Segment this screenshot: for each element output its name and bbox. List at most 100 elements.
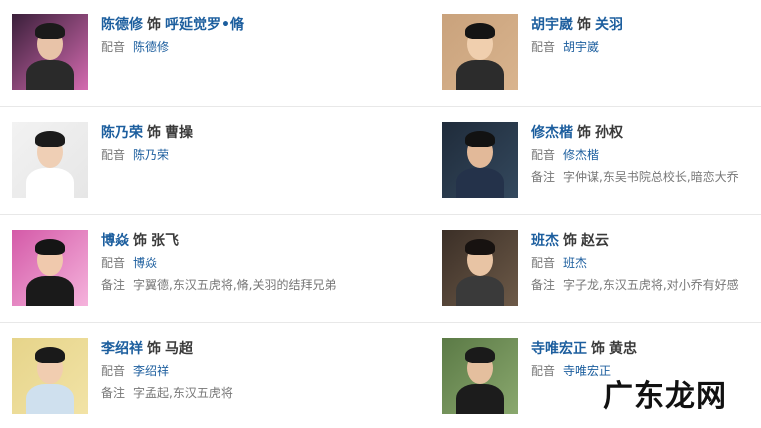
dub-line: 配音 博焱 <box>101 252 341 274</box>
row-divider <box>0 322 761 323</box>
row-divider <box>0 214 761 215</box>
role-name: 曹操 <box>165 125 193 141</box>
as-label: 饰 <box>147 125 161 141</box>
note-line: 备注 字翼德,东汉五虎将,脩,关羽的结拜兄弟 <box>101 274 341 296</box>
note-text: 字仲谋,东吴书院总校长,暗恋大乔 <box>563 170 739 184</box>
role-name[interactable]: 关羽 <box>595 17 623 33</box>
note-text: 字翼德,东汉五虎将,脩,关羽的结拜兄弟 <box>133 278 337 292</box>
actor-name-link[interactable]: 胡宇崴 <box>531 17 573 33</box>
photo-body <box>26 168 74 198</box>
cast-info: 班杰饰赵云 配音 班杰 备注 字子龙,东汉五虎将,对小乔有好感 <box>531 230 761 296</box>
cast-card: 陈德修饰呼延觉罗•脩 配音 陈德修 <box>12 14 342 104</box>
dub-actor-link[interactable]: 李绍祥 <box>133 364 169 378</box>
note-line: 备注 字仲谋,东吴书院总校长,暗恋大乔 <box>531 166 761 188</box>
photo-hair <box>35 239 65 255</box>
role-name[interactable]: 呼延觉罗•脩 <box>165 17 244 33</box>
photo-hair <box>465 131 495 147</box>
as-label: 饰 <box>577 125 591 141</box>
cast-title-line: 陈乃荣饰曹操 <box>101 122 341 144</box>
photo-hair <box>465 23 495 39</box>
photo-body <box>26 276 74 306</box>
note-label: 备注 <box>101 278 126 292</box>
photo-hair <box>465 347 495 363</box>
cast-title-line: 班杰饰赵云 <box>531 230 761 252</box>
photo-body <box>456 384 504 414</box>
cast-card: 李绍祥饰马超 配音 李绍祥 备注 字孟起,东汉五虎将 <box>12 338 342 428</box>
photo-hair <box>35 347 65 363</box>
cast-info: 陈乃荣饰曹操 配音 陈乃荣 <box>101 122 341 166</box>
photo-body <box>456 60 504 90</box>
dub-actor-link[interactable]: 胡宇崴 <box>563 40 599 54</box>
cast-info: 博焱饰张飞 配音 博焱 备注 字翼德,东汉五虎将,脩,关羽的结拜兄弟 <box>101 230 341 296</box>
note-label: 备注 <box>531 170 556 184</box>
cast-title-line: 修杰楷饰孙权 <box>531 122 761 144</box>
photo-body <box>26 384 74 414</box>
actor-name-link[interactable]: 陈乃荣 <box>101 125 143 141</box>
cast-title-line: 寺唯宏正饰黄忠 <box>531 338 761 360</box>
role-name: 赵云 <box>581 233 609 249</box>
as-label: 饰 <box>133 233 147 249</box>
dub-actor-link[interactable]: 陈德修 <box>133 40 169 54</box>
dub-actor-link[interactable]: 陈乃荣 <box>133 148 169 162</box>
note-label: 备注 <box>531 278 556 292</box>
role-name: 马超 <box>165 341 193 357</box>
role-name: 张飞 <box>151 233 179 249</box>
as-label: 饰 <box>577 17 591 33</box>
note-line: 备注 字孟起,东汉五虎将 <box>101 382 341 404</box>
cast-card: 班杰饰赵云 配音 班杰 备注 字子龙,东汉五虎将,对小乔有好感 <box>442 230 761 320</box>
photo-body <box>26 60 74 90</box>
photo-body <box>456 168 504 198</box>
dub-label: 配音 <box>101 256 126 270</box>
cast-title-line: 胡宇崴饰关羽 <box>531 14 761 36</box>
actor-name-link[interactable]: 修杰楷 <box>531 125 573 141</box>
note-text: 字孟起,东汉五虎将 <box>133 386 233 400</box>
actor-photo[interactable] <box>12 230 88 306</box>
dub-actor-link[interactable]: 博焱 <box>133 256 157 270</box>
cast-title-line: 博焱饰张飞 <box>101 230 341 252</box>
note-line: 备注 字子龙,东汉五虎将,对小乔有好感 <box>531 274 761 296</box>
photo-hair <box>465 239 495 255</box>
actor-photo[interactable] <box>12 122 88 198</box>
dub-line: 配音 陈德修 <box>101 36 341 58</box>
actor-name-link[interactable]: 班杰 <box>531 233 559 249</box>
dub-label: 配音 <box>531 256 556 270</box>
site-watermark: 广东龙网 <box>603 379 727 414</box>
dub-line: 配音 胡宇崴 <box>531 36 761 58</box>
actor-name-link[interactable]: 寺唯宏正 <box>531 341 587 357</box>
photo-hair <box>35 23 65 39</box>
row-divider <box>0 106 761 107</box>
cast-info: 陈德修饰呼延觉罗•脩 配音 陈德修 <box>101 14 341 58</box>
as-label: 饰 <box>563 233 577 249</box>
photo-hair <box>35 131 65 147</box>
cast-title-line: 陈德修饰呼延觉罗•脩 <box>101 14 341 36</box>
cast-info: 胡宇崴饰关羽 配音 胡宇崴 <box>531 14 761 58</box>
dub-label: 配音 <box>531 364 556 378</box>
actor-name-link[interactable]: 陈德修 <box>101 17 143 33</box>
cast-title-line: 李绍祥饰马超 <box>101 338 341 360</box>
dub-line: 配音 陈乃荣 <box>101 144 341 166</box>
dub-label: 配音 <box>531 40 556 54</box>
cast-info: 李绍祥饰马超 配音 李绍祥 备注 字孟起,东汉五虎将 <box>101 338 341 404</box>
cast-card: 博焱饰张飞 配音 博焱 备注 字翼德,东汉五虎将,脩,关羽的结拜兄弟 <box>12 230 342 320</box>
note-text: 字子龙,东汉五虎将,对小乔有好感 <box>563 278 739 292</box>
as-label: 饰 <box>147 17 161 33</box>
as-label: 饰 <box>591 341 605 357</box>
dub-label: 配音 <box>101 40 126 54</box>
cast-card: 胡宇崴饰关羽 配音 胡宇崴 <box>442 14 761 104</box>
cast-card: 修杰楷饰孙权 配音 修杰楷 备注 字仲谋,东吴书院总校长,暗恋大乔 <box>442 122 761 212</box>
actor-photo[interactable] <box>442 230 518 306</box>
actor-photo[interactable] <box>442 122 518 198</box>
actor-photo[interactable] <box>12 338 88 414</box>
cast-card: 陈乃荣饰曹操 配音 陈乃荣 <box>12 122 342 212</box>
dub-actor-link[interactable]: 修杰楷 <box>563 148 599 162</box>
actor-photo[interactable] <box>442 14 518 90</box>
cast-info: 修杰楷饰孙权 配音 修杰楷 备注 字仲谋,东吴书院总校长,暗恋大乔 <box>531 122 761 188</box>
actor-name-link[interactable]: 博焱 <box>101 233 129 249</box>
dub-line: 配音 修杰楷 <box>531 144 761 166</box>
dub-label: 配音 <box>531 148 556 162</box>
actor-photo[interactable] <box>442 338 518 414</box>
actor-name-link[interactable]: 李绍祥 <box>101 341 143 357</box>
actor-photo[interactable] <box>12 14 88 90</box>
note-label: 备注 <box>101 386 126 400</box>
dub-actor-link[interactable]: 班杰 <box>563 256 587 270</box>
